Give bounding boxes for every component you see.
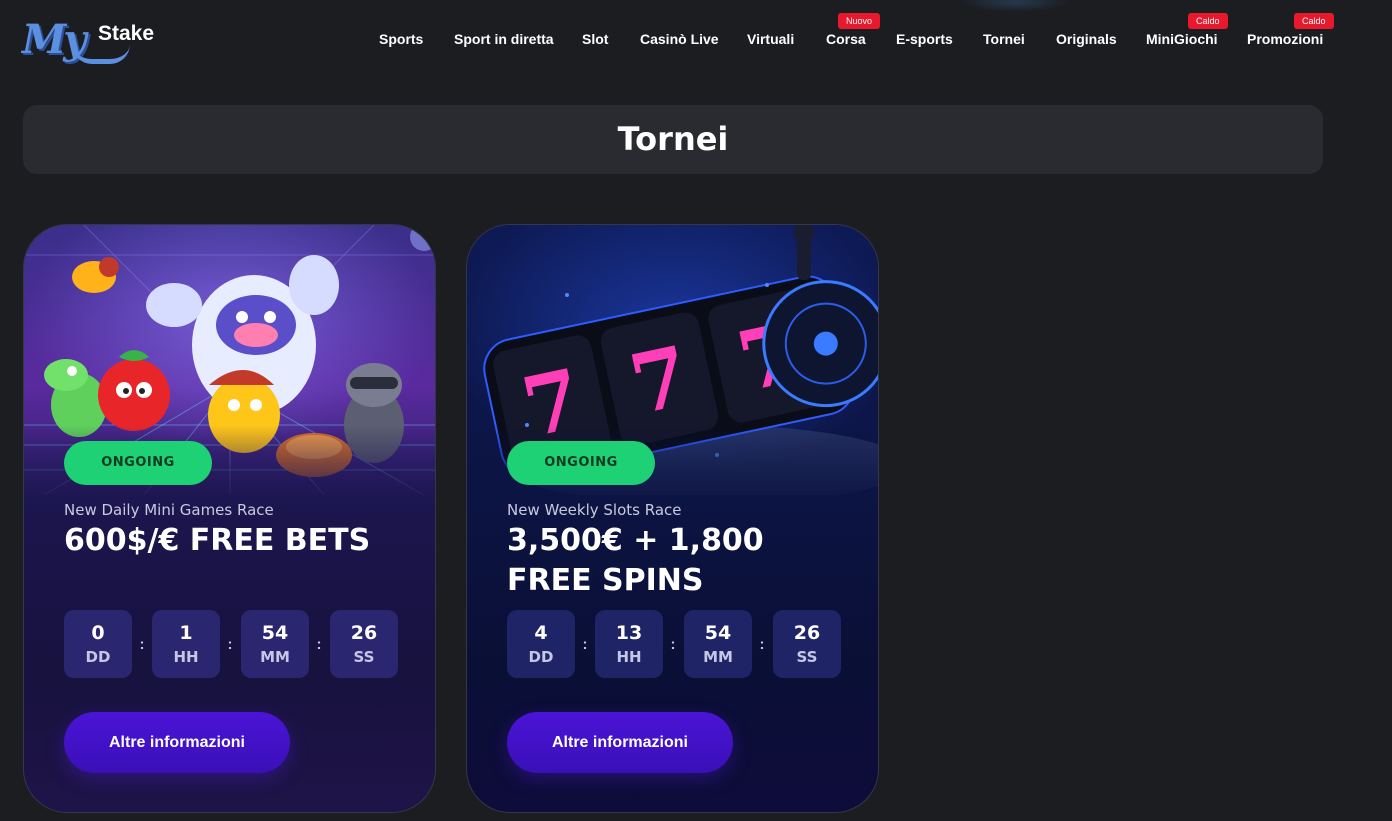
header-glow xyxy=(960,0,1070,12)
countdown-unit: DD xyxy=(85,648,111,666)
countdown-value: 54 xyxy=(261,622,289,644)
status-badge: ONGOING xyxy=(64,441,212,485)
tournament-card[interactable]: 7 7 7 ONGOING New Weekly Slots Race 3,50… xyxy=(466,224,879,813)
status-badge: ONGOING xyxy=(507,441,655,485)
countdown-separator: : xyxy=(759,636,765,653)
countdown-separator: : xyxy=(670,636,676,653)
page-title: Tornei xyxy=(617,120,729,158)
countdown-minutes: 54 MM xyxy=(684,610,752,678)
countdown-seconds: 26 SS xyxy=(773,610,841,678)
countdown-unit: HH xyxy=(616,648,642,666)
more-info-button[interactable]: Altre informazioni xyxy=(507,712,733,773)
countdown-separator: : xyxy=(227,636,233,653)
countdown-hours: 13 HH xyxy=(595,610,663,678)
countdown-unit: DD xyxy=(528,648,554,666)
countdown-separator: : xyxy=(582,636,588,653)
countdown-value: 26 xyxy=(793,622,821,644)
nav-item-esports[interactable]: E-sports xyxy=(896,31,953,47)
new-badge: Nuovo xyxy=(838,13,881,29)
nav-item-sports[interactable]: Sports xyxy=(379,31,423,47)
tournament-subtitle: New Weekly Slots Race xyxy=(507,501,682,519)
main-nav: Sports Sport in diretta Slot Casinò Live… xyxy=(0,13,1392,51)
site-header: My Stake Sports Sport in diretta Slot Ca… xyxy=(0,0,1392,80)
countdown-hours: 1 HH xyxy=(152,610,220,678)
nav-item-racing[interactable]: Corsa xyxy=(826,31,866,47)
countdown-unit: SS xyxy=(796,648,818,666)
page-title-bar: Tornei xyxy=(23,105,1323,174)
countdown-timer: 0 DD : 1 HH : 54 MM : 26 SS xyxy=(64,610,404,678)
hot-badge: Caldo xyxy=(1188,13,1228,29)
countdown-days: 4 DD xyxy=(507,610,575,678)
tournament-prize: 600$/€ FREE BETS xyxy=(64,523,371,558)
tournament-prize: 3,500€ + 1,800 FREE SPINS xyxy=(507,523,764,598)
countdown-minutes: 54 MM xyxy=(241,610,309,678)
nav-item-originals[interactable]: Originals xyxy=(1056,31,1117,47)
countdown-value: 13 xyxy=(615,622,643,644)
nav-item-virtual[interactable]: Virtuali xyxy=(747,31,794,47)
tournament-card[interactable]: ONGOING New Daily Mini Games Race 600$/€… xyxy=(23,224,436,813)
hot-badge: Caldo xyxy=(1294,13,1334,29)
nav-item-promotions[interactable]: Promozioni xyxy=(1247,31,1323,47)
countdown-value: 0 xyxy=(91,622,105,644)
countdown-seconds: 26 SS xyxy=(330,610,398,678)
countdown-unit: MM xyxy=(260,648,290,666)
countdown-unit: MM xyxy=(703,648,733,666)
tournament-subtitle: New Daily Mini Games Race xyxy=(64,501,274,519)
nav-item-minigames[interactable]: MiniGiochi xyxy=(1146,31,1218,47)
countdown-value: 54 xyxy=(704,622,732,644)
nav-item-tournaments[interactable]: Tornei xyxy=(983,31,1025,47)
countdown-value: 1 xyxy=(179,622,193,644)
countdown-value: 4 xyxy=(534,622,548,644)
countdown-timer: 4 DD : 13 HH : 54 MM : 26 SS xyxy=(507,610,847,678)
countdown-separator: : xyxy=(139,636,145,653)
countdown-unit: HH xyxy=(173,648,199,666)
nav-item-live-casino[interactable]: Casinò Live xyxy=(640,31,719,47)
nav-item-live-sports[interactable]: Sport in diretta xyxy=(454,31,554,47)
countdown-unit: SS xyxy=(353,648,375,666)
more-info-button[interactable]: Altre informazioni xyxy=(64,712,290,773)
countdown-days: 0 DD xyxy=(64,610,132,678)
countdown-value: 26 xyxy=(350,622,378,644)
countdown-separator: : xyxy=(316,636,322,653)
nav-item-slot[interactable]: Slot xyxy=(582,31,608,47)
